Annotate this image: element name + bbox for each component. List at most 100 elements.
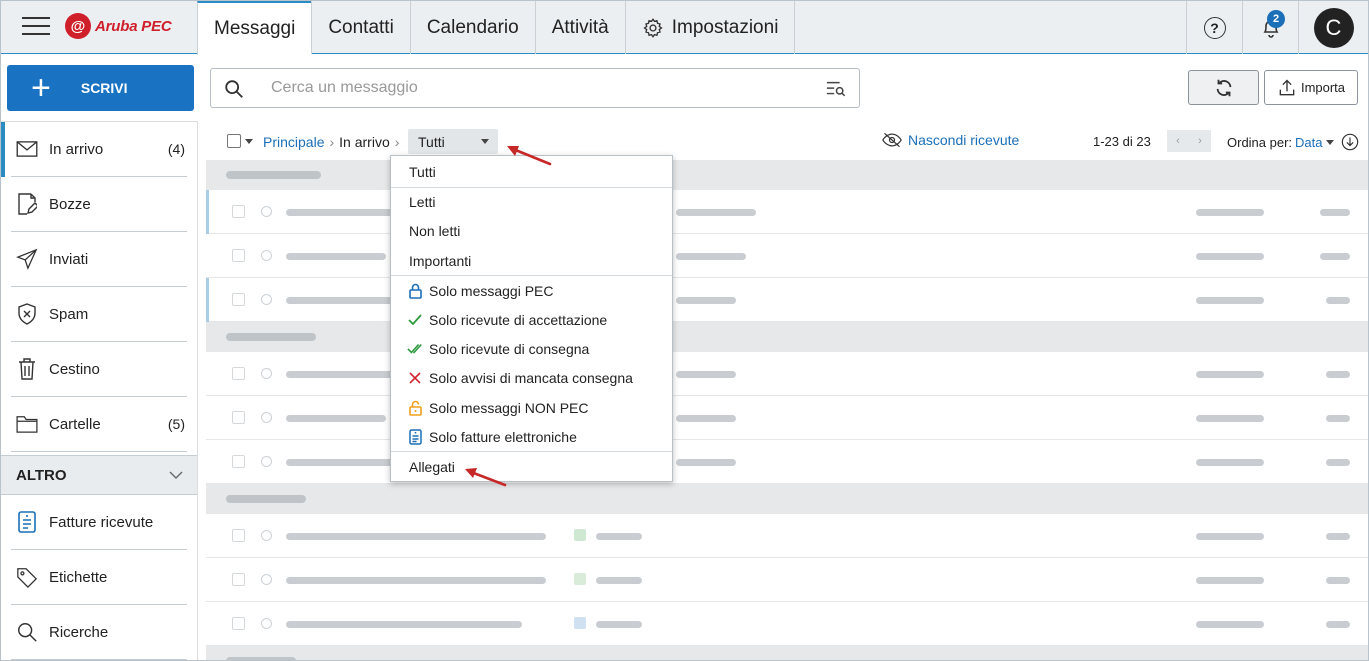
filter-option-non-pec[interactable]: Solo messaggi NON PEC xyxy=(391,393,672,422)
filter-option-fatture[interactable]: Solo fatture elettroniche xyxy=(391,422,672,451)
invoice-icon xyxy=(18,511,36,533)
refresh-button[interactable] xyxy=(1188,70,1259,105)
message-list xyxy=(206,160,1368,660)
list-item[interactable] xyxy=(206,352,1368,396)
list-item[interactable] xyxy=(206,278,1368,322)
lock-icon xyxy=(408,283,422,299)
list-item[interactable] xyxy=(206,602,1368,646)
menu-icon[interactable] xyxy=(22,17,50,37)
filter-option-importanti[interactable]: Importanti xyxy=(391,246,672,275)
tab-attivita[interactable]: Attività xyxy=(534,1,625,54)
option-label: Solo ricevute di accettazione xyxy=(429,311,608,328)
next-page-button[interactable]: › xyxy=(1189,130,1211,152)
sort-control[interactable]: Ordina per: Data xyxy=(1227,133,1359,151)
filter-option-solo-pec[interactable]: Solo messaggi PEC xyxy=(391,276,672,305)
search-icon xyxy=(225,80,243,98)
list-item[interactable] xyxy=(206,514,1368,558)
hide-receipts-toggle[interactable]: Nascondi ricevute xyxy=(882,132,1019,148)
tab-contatti[interactable]: Contatti xyxy=(311,1,409,54)
list-item[interactable] xyxy=(206,558,1368,602)
avatar: C xyxy=(1313,7,1354,48)
prev-page-button[interactable]: ‹ xyxy=(1167,130,1189,152)
folder-icon xyxy=(16,416,38,433)
help-button[interactable]: ? xyxy=(1186,1,1242,54)
filter-option-consegna[interactable]: Solo ricevute di consegna xyxy=(391,334,672,363)
sort-label: Ordina per: xyxy=(1227,134,1293,150)
sidebar-item-cartelle[interactable]: Cartelle (5) xyxy=(11,397,187,452)
chevron-down-icon xyxy=(169,471,183,479)
sidebar: In arrivo (4) Bozze Inviati Spam Cestino… xyxy=(1,121,198,660)
list-group-header xyxy=(206,646,1368,660)
list-item[interactable] xyxy=(206,234,1368,278)
user-menu[interactable]: C xyxy=(1298,1,1368,54)
option-label: Tutti xyxy=(409,163,436,180)
logo-text: Aruba PEC xyxy=(95,17,172,35)
upload-icon xyxy=(1279,79,1295,95)
section-altro-toggle[interactable]: ALTRO xyxy=(1,455,197,495)
sidebar-item-ricerche[interactable]: Ricerche xyxy=(11,605,187,660)
breadcrumb-separator: › xyxy=(394,134,400,150)
import-label: Importa xyxy=(1300,80,1346,95)
filter-option-allegati[interactable]: Allegati xyxy=(391,452,672,481)
advanced-search-icon[interactable] xyxy=(825,79,847,99)
x-icon xyxy=(409,371,421,384)
sidebar-item-label: Inviati xyxy=(49,250,89,268)
filter-option-mancata-consegna[interactable]: Solo avvisi di mancata consegna xyxy=(391,363,672,392)
double-check-icon xyxy=(407,343,422,354)
option-label: Solo fatture elettroniche xyxy=(429,428,577,445)
option-label: Solo messaggi PEC xyxy=(429,282,554,299)
list-item[interactable] xyxy=(206,396,1368,440)
sidebar-item-label: Etichette xyxy=(49,568,108,586)
gear-icon xyxy=(643,17,663,38)
tag-icon xyxy=(17,568,38,588)
import-button[interactable]: Importa xyxy=(1264,70,1358,105)
select-all-checkbox[interactable] xyxy=(227,134,241,148)
filter-select[interactable]: Tutti xyxy=(408,129,498,154)
tab-impostazioni[interactable]: Impostazioni xyxy=(624,1,796,54)
list-item[interactable] xyxy=(206,440,1368,484)
filter-option-non-letti[interactable]: Non letti xyxy=(391,216,672,245)
breadcrumb-current: In arrivo xyxy=(339,134,390,150)
tab-messaggi[interactable]: Messaggi xyxy=(197,1,312,55)
option-label: Importanti xyxy=(409,252,472,269)
list-item[interactable] xyxy=(206,190,1368,234)
compose-button[interactable]: + SCRIVI xyxy=(7,65,194,111)
top-bar: @ Aruba PEC Messaggi Contatti Calendario… xyxy=(1,1,1368,55)
refresh-icon xyxy=(1216,79,1231,96)
tab-calendario[interactable]: Calendario xyxy=(409,1,535,54)
sidebar-item-label: Cartelle xyxy=(49,415,101,433)
option-label: Allegati xyxy=(409,458,455,475)
sidebar-item-label: Cestino xyxy=(49,360,100,378)
breadcrumb-separator: › xyxy=(329,134,335,150)
sidebar-item-inviati[interactable]: Inviati xyxy=(11,232,187,287)
sidebar-item-etichette[interactable]: Etichette xyxy=(11,550,187,605)
sidebar-item-spam[interactable]: Spam xyxy=(11,287,187,342)
active-indicator xyxy=(1,122,5,177)
list-group-header xyxy=(206,160,1368,190)
option-label: Non letti xyxy=(409,222,461,239)
filter-option-letti[interactable]: Letti xyxy=(391,187,672,216)
tab-label: Impostazioni xyxy=(671,16,779,38)
breadcrumb-root[interactable]: Principale xyxy=(263,134,324,150)
send-icon xyxy=(16,248,38,270)
logo[interactable]: @ Aruba PEC xyxy=(65,13,172,39)
filter-option-accettazione[interactable]: Solo ricevute di accettazione xyxy=(391,305,672,334)
sort-direction-icon[interactable] xyxy=(1341,133,1359,151)
sidebar-item-fatture-ricevute[interactable]: Fatture ricevute xyxy=(11,495,187,550)
annotation-arrow-icon xyxy=(507,146,552,166)
sort-value: Data xyxy=(1295,134,1323,150)
sidebar-item-bozze[interactable]: Bozze xyxy=(11,177,187,232)
caret-down-icon[interactable] xyxy=(245,139,253,144)
notifications-button[interactable]: 2 xyxy=(1242,1,1298,54)
folder-count: (5) xyxy=(167,416,185,432)
sidebar-item-cestino[interactable]: Cestino xyxy=(11,342,187,397)
main-tabs: Messaggi Contatti Calendario Attività Im… xyxy=(197,1,796,55)
list-group-header xyxy=(206,322,1368,352)
sidebar-item-in-arrivo[interactable]: In arrivo (4) xyxy=(11,122,187,177)
unlock-icon xyxy=(408,400,422,416)
notification-badge: 2 xyxy=(1267,10,1285,28)
plus-icon: + xyxy=(31,69,51,107)
search-box xyxy=(210,68,860,108)
search-input[interactable] xyxy=(271,77,811,99)
unread-count: (4) xyxy=(167,141,185,157)
